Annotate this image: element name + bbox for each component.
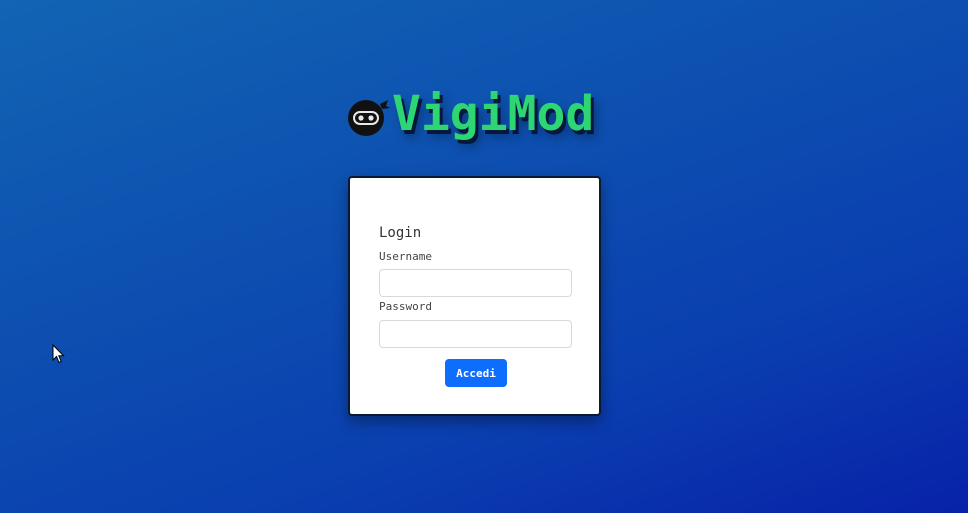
login-title: Login xyxy=(379,225,422,241)
login-button[interactable]: Accedi xyxy=(445,359,507,387)
login-card: Login Username Password Accedi xyxy=(348,176,601,416)
password-input[interactable] xyxy=(379,320,572,348)
brand-header: VigiMod xyxy=(346,84,594,144)
ninja-face-icon xyxy=(348,100,390,136)
username-input[interactable] xyxy=(379,269,572,297)
mouse-pointer-icon xyxy=(52,344,65,364)
brand-name: VigiMod xyxy=(392,86,595,142)
username-label: Username xyxy=(379,250,432,263)
password-label: Password xyxy=(379,300,432,313)
